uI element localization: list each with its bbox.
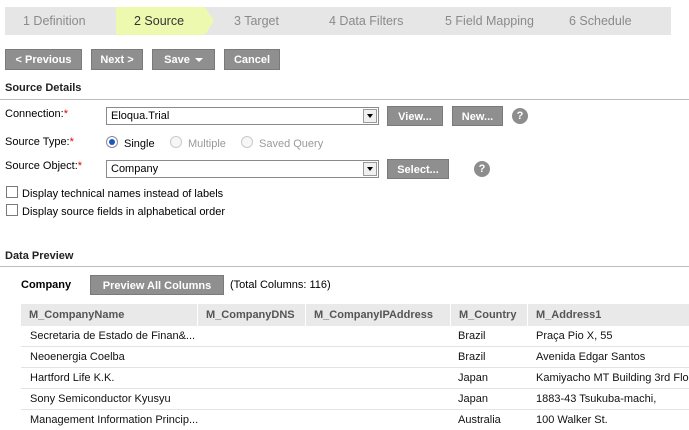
column-header[interactable]: M_CompanyIPAddress xyxy=(305,304,450,326)
view-connection-button[interactable]: View... xyxy=(387,106,443,126)
table-cell: Japan xyxy=(458,372,488,384)
table-cell: Brazil xyxy=(458,330,486,342)
section-divider xyxy=(0,99,689,100)
table-cell: Praça Pio X, 55 xyxy=(536,330,613,342)
table-cell: Hartford Life K.K. xyxy=(30,372,115,384)
save-button[interactable]: Save xyxy=(152,49,215,70)
table-row[interactable]: Neoenergia Coelba Brazil Avenida Edgar S… xyxy=(21,347,689,368)
source-object-value: Company xyxy=(111,163,159,175)
table-cell: Neoenergia Coelba xyxy=(30,351,125,363)
help-icon[interactable]: ? xyxy=(474,161,490,177)
cancel-button[interactable]: Cancel xyxy=(224,49,280,70)
alphabetical-order-label: Display source fields in alphabetical or… xyxy=(22,206,225,218)
source-type-saved-query-label: Saved Query xyxy=(259,138,324,150)
source-type-label: Source Type:* xyxy=(5,136,74,148)
column-header[interactable]: M_Country xyxy=(450,304,527,326)
source-type-multiple-label: Multiple xyxy=(188,138,226,150)
preview-object-name: Company xyxy=(21,279,72,291)
table-cell: Avenida Edgar Santos xyxy=(536,351,646,363)
table-cell: Australia xyxy=(458,414,501,426)
total-columns-count: (Total Columns: 116) xyxy=(230,279,331,291)
column-header[interactable]: M_Address1 xyxy=(527,304,689,326)
table-cell: 100 Walker St. xyxy=(536,414,608,426)
technical-names-checkbox[interactable] xyxy=(6,186,18,198)
table-cell: Secretaria de Estado de Finan&... xyxy=(30,330,196,342)
source-type-single-label: Single xyxy=(124,138,155,150)
source-type-single-radio[interactable] xyxy=(106,136,118,148)
table-cell: 1883-43 Tsukuba-machi, xyxy=(536,393,657,405)
wizard-step-source[interactable]: 2 Source xyxy=(116,7,214,35)
table-cell: Kamiyacho MT Building 3rd Floo... xyxy=(536,372,689,384)
connection-value: Eloqua.Trial xyxy=(111,110,170,122)
source-type-multiple-radio[interactable] xyxy=(170,136,182,148)
wizard-step-data-filters[interactable]: 4 Data Filters xyxy=(300,7,422,35)
table-row[interactable]: Hartford Life K.K. Japan Kamiyacho MT Bu… xyxy=(21,368,689,389)
table-cell: Sony Semiconductor Kyusyu xyxy=(30,393,171,405)
table-cell: Brazil xyxy=(458,351,486,363)
table-cell: Japan xyxy=(458,393,488,405)
previous-button[interactable]: < Previous xyxy=(5,49,82,70)
preview-table-header: M_CompanyName M_CompanyDNS M_CompanyIPAd… xyxy=(21,304,689,326)
table-row[interactable]: Secretaria de Estado de Finan&... Brazil… xyxy=(21,326,689,347)
save-button-label: Save xyxy=(164,54,190,66)
next-button[interactable]: Next > xyxy=(91,49,143,70)
chevron-down-icon[interactable] xyxy=(363,162,377,176)
column-header[interactable]: M_CompanyDNS xyxy=(197,304,305,326)
source-type-saved-query-radio[interactable] xyxy=(241,136,253,148)
help-icon[interactable]: ? xyxy=(512,108,528,124)
wizard-step-target[interactable]: 3 Target xyxy=(205,7,300,35)
source-details-title: Source Details xyxy=(5,82,82,94)
alphabetical-order-checkbox[interactable] xyxy=(6,204,18,216)
column-header[interactable]: M_CompanyName xyxy=(21,304,197,326)
wizard-steps: 1 Definition 2 Source 3 Target 4 Data Fi… xyxy=(5,7,671,35)
chevron-down-icon xyxy=(194,58,203,63)
technical-names-label: Display technical names instead of label… xyxy=(22,188,224,200)
source-object-label: Source Object:* xyxy=(5,160,83,172)
connection-select[interactable]: Eloqua.Trial xyxy=(106,107,379,125)
source-object-select[interactable]: Company xyxy=(106,160,379,178)
wizard-step-schedule[interactable]: 6 Schedule xyxy=(559,7,671,35)
table-row[interactable]: Sony Semiconductor Kyusyu Japan 1883-43 … xyxy=(21,389,689,410)
table-row[interactable]: Management Information Princip... Austra… xyxy=(21,410,689,426)
wizard-step-field-mapping[interactable]: 5 Field Mapping xyxy=(422,7,559,35)
connection-label: Connection:* xyxy=(5,108,68,120)
chevron-down-icon[interactable] xyxy=(363,109,377,123)
section-divider xyxy=(0,266,689,267)
new-connection-button[interactable]: New... xyxy=(452,106,503,126)
select-source-object-button[interactable]: Select... xyxy=(387,159,449,179)
table-cell: Management Information Princip... xyxy=(30,414,199,426)
wizard-step-definition[interactable]: 1 Definition xyxy=(5,7,116,35)
data-preview-title: Data Preview xyxy=(5,250,74,262)
preview-all-columns-button[interactable]: Preview All Columns xyxy=(90,275,224,295)
